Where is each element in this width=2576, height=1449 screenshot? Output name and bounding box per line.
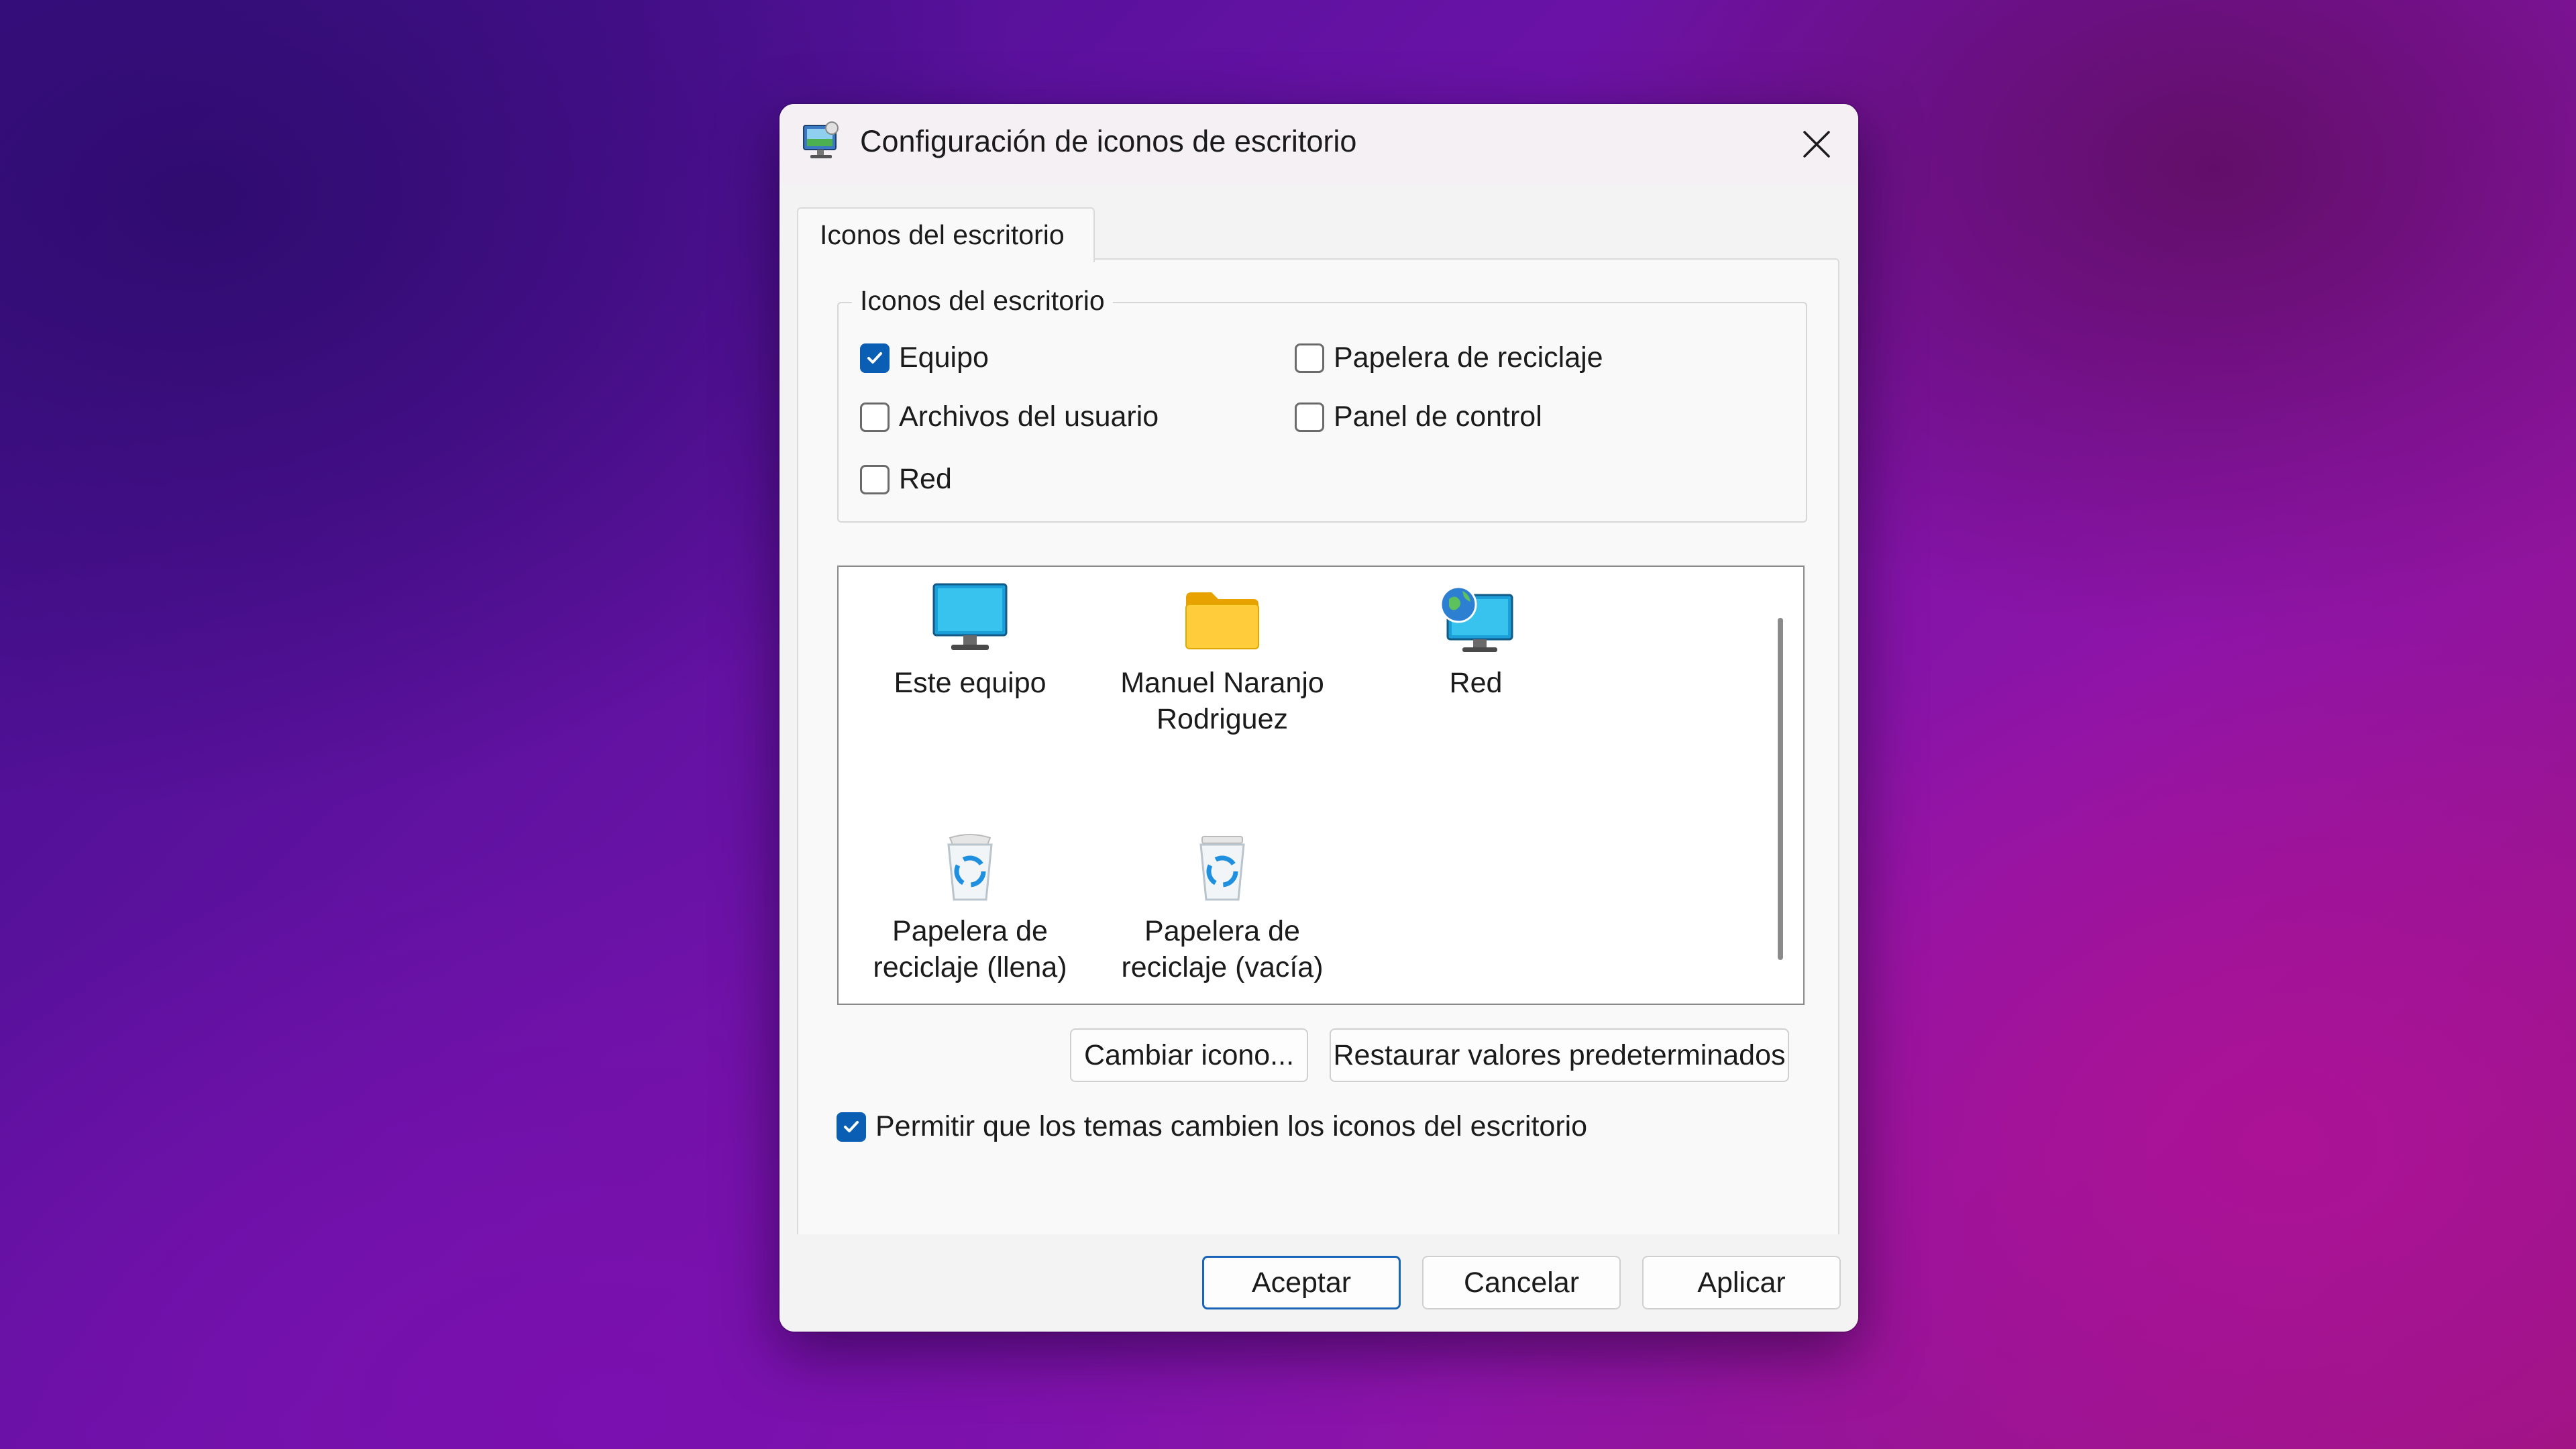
- item-label-line2: reciclaje (llena): [873, 951, 1067, 983]
- checkbox-label: Equipo: [899, 341, 989, 374]
- list-item-este-equipo[interactable]: Este equipo: [849, 582, 1091, 701]
- item-label-line1: Manuel Naranjo: [1120, 667, 1324, 699]
- item-label-line1: Papelera de: [1144, 915, 1300, 947]
- apply-button[interactable]: Aplicar: [1642, 1256, 1841, 1309]
- checkbox-box[interactable]: [1295, 402, 1324, 432]
- folder-icon: [1185, 592, 1259, 649]
- list-item-red[interactable]: Red: [1355, 582, 1597, 701]
- checkbox-label: Papelera de reciclaje: [1334, 341, 1603, 374]
- checkbox-box[interactable]: [860, 402, 890, 432]
- checkbox-label: Permitir que los temas cambien los icono…: [875, 1110, 1588, 1142]
- icon-list-view[interactable]: Este equipo Manuel Naranjo Rodriguez Red…: [837, 566, 1805, 1005]
- item-label-line2: reciclaje (vacía): [1121, 951, 1324, 983]
- item-label-line1: Red: [1449, 667, 1503, 699]
- ok-button[interactable]: Aceptar: [1202, 1256, 1401, 1309]
- tab-label: Iconos del escritorio: [820, 219, 1065, 250]
- checkbox-red[interactable]: Red: [860, 463, 952, 496]
- recycle-bin-empty-icon: [1199, 836, 1245, 901]
- change-icon-button[interactable]: Cambiar icono...: [1070, 1028, 1308, 1082]
- checkbox-archivos-del-usuario[interactable]: Archivos del usuario: [860, 400, 1159, 433]
- checkbox-equipo[interactable]: Equipo: [860, 341, 989, 374]
- close-button[interactable]: [1786, 113, 1847, 175]
- groupbox-legend: Iconos del escritorio: [852, 285, 1113, 317]
- checkbox-panel-de-control[interactable]: Panel de control: [1295, 400, 1542, 433]
- checkbox-label: Panel de control: [1334, 400, 1542, 433]
- item-label-line1: Papelera de: [892, 915, 1048, 947]
- item-label-line1: Este equipo: [894, 667, 1046, 699]
- checkbox-label: Archivos del usuario: [899, 400, 1159, 433]
- recycle-bin-full-icon: [947, 834, 993, 901]
- dialog-title: Configuración de iconos de escritorio: [860, 124, 1357, 158]
- list-item-user-folder[interactable]: Manuel Naranjo Rodriguez: [1102, 582, 1343, 737]
- cancel-button[interactable]: Cancelar: [1422, 1256, 1621, 1309]
- close-icon: [1803, 131, 1830, 158]
- monitor-icon: [932, 583, 1008, 650]
- vertical-scrollbar[interactable]: [1778, 618, 1783, 960]
- checkbox-box[interactable]: [1295, 343, 1324, 373]
- checkbox-label: Red: [899, 463, 952, 495]
- item-label-line2: Rodriguez: [1157, 703, 1288, 735]
- checkbox-allow-themes[interactable]: Permitir que los temas cambien los icono…: [837, 1110, 1587, 1143]
- checkbox-box[interactable]: [837, 1112, 866, 1142]
- checkbox-box[interactable]: [860, 343, 890, 373]
- list-item-recycle-bin-empty[interactable]: Papelera de reciclaje (vacía): [1102, 830, 1343, 985]
- checkmark-icon: [867, 352, 882, 364]
- restore-defaults-button[interactable]: Restaurar valores predeterminados: [1330, 1028, 1789, 1082]
- checkbox-papelera-de-reciclaje[interactable]: Papelera de reciclaje: [1295, 341, 1603, 374]
- tab-iconos-del-escritorio[interactable]: Iconos del escritorio: [797, 207, 1095, 262]
- network-globe-icon: [1440, 586, 1513, 652]
- checkbox-box[interactable]: [860, 464, 890, 494]
- title-bar[interactable]: Configuración de iconos de escritorio: [780, 104, 1858, 184]
- list-item-recycle-bin-full[interactable]: Papelera de reciclaje (llena): [849, 830, 1091, 985]
- checkmark-icon: [844, 1120, 859, 1132]
- desktop-settings-app-icon: [803, 121, 839, 158]
